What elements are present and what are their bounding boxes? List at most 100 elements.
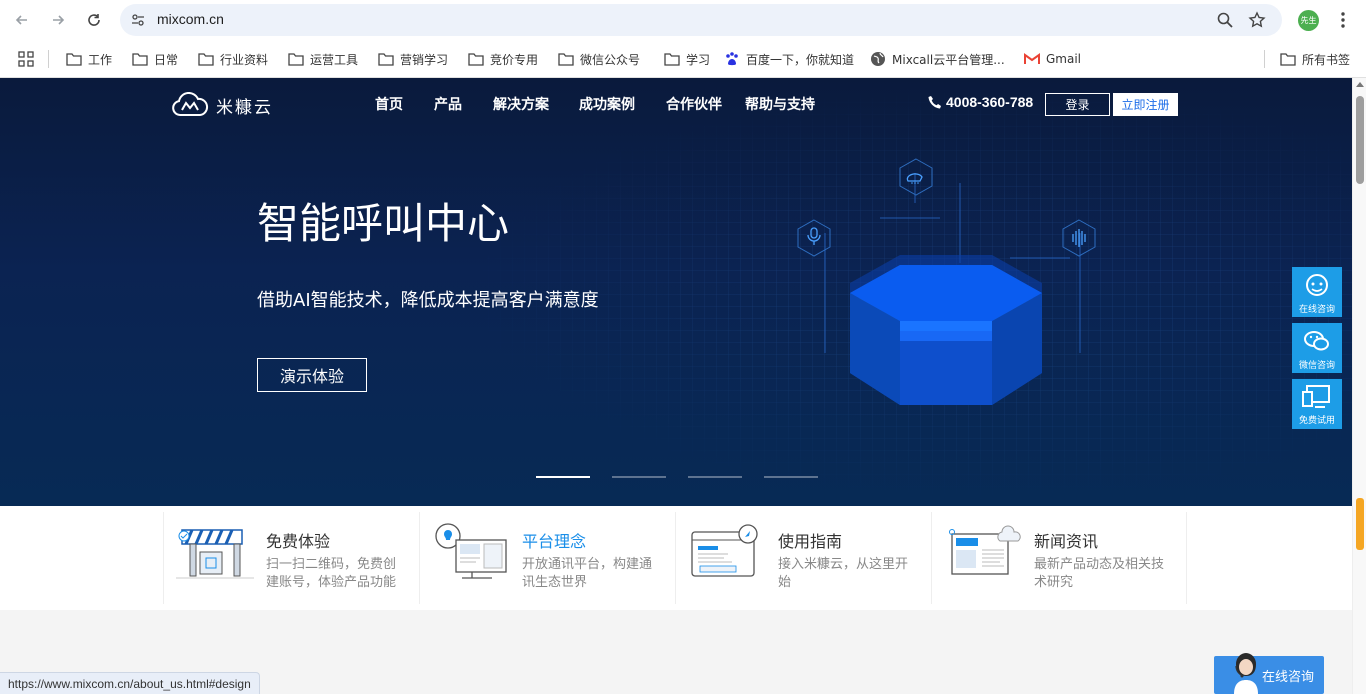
scroll-thumb[interactable] (1356, 96, 1364, 184)
login-button[interactable]: 登录 (1045, 93, 1110, 116)
webpage: 米糠云 首页 产品 解决方案 成功案例 合作伙伴 帮助与支持 4008-360-… (0, 78, 1352, 694)
bookmark-gmail[interactable]: Gmail (1024, 49, 1081, 69)
online-chat-widget[interactable]: 在线咨询 (1214, 653, 1324, 694)
phone-number: 4008-360-788 (928, 94, 1033, 110)
hero-title: 智能呼叫中心 (257, 199, 510, 248)
floating-contact-bar: 在线咨询 微信咨询 免费试用 (1292, 267, 1342, 435)
carousel-dot[interactable] (612, 476, 666, 478)
folder-icon (198, 53, 214, 66)
folder-icon (468, 53, 484, 66)
browser-guide-icon (691, 524, 758, 577)
bookmark-folder[interactable]: 行业资料 (198, 49, 268, 69)
nav-solutions[interactable]: 解决方案 (493, 94, 549, 114)
bookmark-label: Mixcall云平台管理... (892, 52, 1005, 67)
zoom-icon (1217, 12, 1233, 28)
monitor-icon (1302, 384, 1330, 408)
bookmark-folder[interactable]: 学习 (664, 49, 710, 69)
profile-avatar[interactable]: 先生 (1298, 10, 1319, 31)
folder-icon (378, 53, 394, 66)
bookmark-label: 日常 (154, 52, 179, 67)
feature-news[interactable]: 新闻资讯 最新产品动态及相关技术研究 (931, 512, 1187, 604)
monitor-idea-icon (435, 523, 507, 579)
apps-grid-icon[interactable] (18, 51, 34, 67)
folder-icon (558, 53, 574, 66)
demo-button[interactable]: 演示体验 (257, 358, 367, 392)
scroll-up-arrow[interactable] (1356, 82, 1364, 87)
carousel-dot[interactable] (764, 476, 818, 478)
baidu-icon (726, 52, 738, 66)
feature-user-guide[interactable]: 使用指南 接入米糠云，从这里开始 (675, 512, 931, 604)
folder-icon (1280, 53, 1296, 66)
news-icon (949, 525, 1021, 575)
folder-icon (66, 53, 82, 66)
gate-icon (176, 529, 254, 579)
folder-icon (132, 53, 148, 66)
bookmark-folder[interactable]: 工作 (66, 49, 112, 69)
feature-strip: 免费体验 扫一扫二维码，免费创建账号，体验产品功能 平台理念 开放通讯平台，构建… (0, 506, 1352, 610)
register-button[interactable]: 立即注册 (1113, 93, 1178, 116)
bookmark-label: 百度一下，你就知道 (746, 52, 855, 67)
bookmark-label: 学习 (686, 52, 711, 67)
reload-button[interactable] (82, 8, 106, 32)
nav-partners[interactable]: 合作伙伴 (666, 94, 722, 114)
bookmark-folder[interactable]: 竞价专用 (468, 49, 538, 69)
feature-desc: 开放通讯平台，构建通讯生态世界 (522, 557, 653, 590)
bookmark-mixcall[interactable]: Mixcall云平台管理... (870, 49, 1005, 69)
folder-icon (288, 53, 304, 66)
arrow-left-icon (15, 15, 27, 25)
feature-title: 平台理念 (522, 532, 587, 551)
feature-desc: 接入米糠云，从这里开始 (778, 557, 909, 590)
feature-free-trial[interactable]: 免费体验 扫一扫二维码，免费创建账号，体验产品功能 (163, 512, 419, 604)
carousel-dot[interactable] (688, 476, 742, 478)
bookmark-label: 行业资料 (220, 52, 269, 67)
wechat-icon (1304, 330, 1329, 350)
reload-icon (88, 14, 100, 26)
site-logo[interactable]: 米糠云 (170, 92, 273, 118)
carousel-dots (536, 476, 840, 478)
forward-button[interactable] (46, 8, 70, 32)
logo-text: 米糠云 (216, 97, 273, 118)
bookmark-folder[interactable]: 运营工具 (288, 49, 358, 69)
bookmark-label: 竞价专用 (490, 52, 539, 67)
feature-title: 新闻资讯 (1034, 532, 1099, 551)
bookmark-label: Gmail (1046, 52, 1082, 66)
carousel-dot[interactable] (536, 476, 590, 478)
bookmark-folder[interactable]: 日常 (132, 49, 178, 69)
wechat-consult-button[interactable]: 微信咨询 (1292, 323, 1342, 373)
hero-subtitle: 借助AI智能技术，降低成本提高客户满意度 (257, 290, 599, 311)
url-text[interactable]: mixcom.cn (157, 11, 224, 27)
phone-icon (928, 96, 941, 109)
page-scrollbar[interactable] (1352, 78, 1366, 694)
folder-icon (664, 53, 680, 66)
online-consult-button[interactable]: 在线咨询 (1292, 267, 1342, 317)
menu-icon[interactable] (1336, 10, 1350, 30)
status-bar-url: https://www.mixcom.cn/about_us.html#desi… (0, 672, 260, 694)
free-trial-button[interactable]: 免费试用 (1292, 379, 1342, 429)
scroll-marker (1356, 498, 1364, 550)
nav-support[interactable]: 帮助与支持 (745, 94, 815, 114)
hero-banner: 米糠云 首页 产品 解决方案 成功案例 合作伙伴 帮助与支持 4008-360-… (0, 78, 1352, 506)
bookmark-label: 营销学习 (400, 52, 449, 67)
site-info-icon (132, 14, 144, 26)
bookmark-baidu[interactable]: 百度一下，你就知道 (724, 49, 854, 69)
browser-toolbar: mixcom.cn 先生 (0, 0, 1366, 40)
nav-products[interactable]: 产品 (434, 94, 462, 114)
bookmarks-bar: 工作 日常 行业资料 运营工具 营销学习 竞价专用 微信公众号 学习 百度一下，… (0, 40, 1366, 78)
nav-home[interactable]: 首页 (375, 94, 403, 114)
bookmark-folder[interactable]: 营销学习 (378, 49, 448, 69)
feature-desc: 扫一扫二维码，免费创建账号，体验产品功能 (266, 557, 397, 590)
arrow-right-icon (53, 15, 65, 25)
agent-avatar-icon (1234, 653, 1258, 694)
address-bar[interactable]: mixcom.cn (120, 4, 1282, 36)
headset-icon (1306, 273, 1328, 296)
globe-icon (871, 52, 885, 66)
feature-desc: 最新产品动态及相关技术研究 (1034, 557, 1165, 590)
cloud-logo-icon (172, 92, 209, 116)
all-bookmarks[interactable]: 所有书签 (1280, 49, 1350, 69)
bookmark-folder[interactable]: 微信公众号 (558, 49, 640, 69)
nav-cases[interactable]: 成功案例 (579, 94, 635, 114)
bookmark-label: 微信公众号 (580, 52, 641, 67)
back-button[interactable] (10, 8, 34, 32)
feature-platform-concept[interactable]: 平台理念 开放通讯平台，构建通讯生态世界 (419, 512, 675, 604)
bookmark-label: 运营工具 (310, 52, 359, 67)
